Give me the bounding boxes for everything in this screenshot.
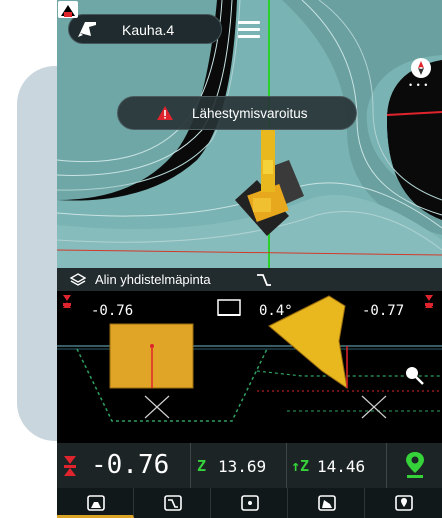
bucket-selector[interactable]: Kauha.4: [68, 14, 222, 44]
tab-side-view[interactable]: [288, 488, 365, 518]
app-screen: Kauha.4 • • • Lähestymisvaroitus Alin yh…: [57, 0, 442, 518]
z-value: 13.69: [218, 457, 267, 476]
z-label: Z: [197, 457, 207, 475]
z-cell: Z 13.69: [191, 443, 287, 488]
profile-view-icon: [164, 495, 182, 511]
left-depth-value: -0.76: [91, 303, 134, 319]
depth-marker-icon: [64, 456, 76, 476]
surface-profile-icon[interactable]: [256, 272, 272, 288]
compass-dots: • • •: [409, 80, 429, 90]
side-view-icon: [318, 495, 336, 511]
dz-cell: ↑Z 14.46: [287, 443, 387, 488]
depth-cell: -0.76: [57, 443, 191, 488]
layers-icon: [70, 273, 86, 286]
proximity-warning: Lähestymisvaroitus: [117, 96, 357, 130]
menu-icon[interactable]: [238, 21, 260, 38]
bucket-icon: [78, 22, 96, 37]
right-depth-value: -0.77: [362, 303, 405, 319]
readout-bar: -0.76 Z 13.69 ↑Z 14.46: [57, 443, 442, 488]
dz-label: ↑Z: [291, 457, 310, 475]
warning-icon: [157, 106, 173, 120]
location-view-icon: [395, 495, 413, 511]
warning-text: Lähestymisvaroitus: [192, 106, 308, 121]
depth-value: -0.76: [91, 450, 170, 480]
tab-location-view[interactable]: [365, 488, 442, 518]
bottom-nav: [57, 488, 442, 518]
bucket-label: Kauha.4: [122, 22, 175, 38]
tab-point-view[interactable]: [211, 488, 288, 518]
surface-bar[interactable]: Alin yhdistelmäpinta: [57, 268, 442, 291]
tab-profile-view[interactable]: [134, 488, 211, 518]
dz-value: 14.46: [317, 457, 366, 476]
slope-value: 0.4°: [259, 303, 293, 319]
view-mode-icon[interactable]: [57, 0, 79, 20]
map-view[interactable]: Kauha.4 • • • Lähestymisvaroitus: [57, 0, 442, 268]
surface-label: Alin yhdistelmäpinta: [95, 272, 211, 287]
location-pin-icon[interactable]: [403, 451, 427, 479]
profile-view[interactable]: -0.76 0.4° -0.77: [57, 291, 442, 443]
tab-front-view[interactable]: [57, 488, 134, 518]
front-view-icon: [87, 495, 105, 511]
compass-icon[interactable]: [411, 58, 431, 78]
point-view-icon: [241, 495, 259, 511]
